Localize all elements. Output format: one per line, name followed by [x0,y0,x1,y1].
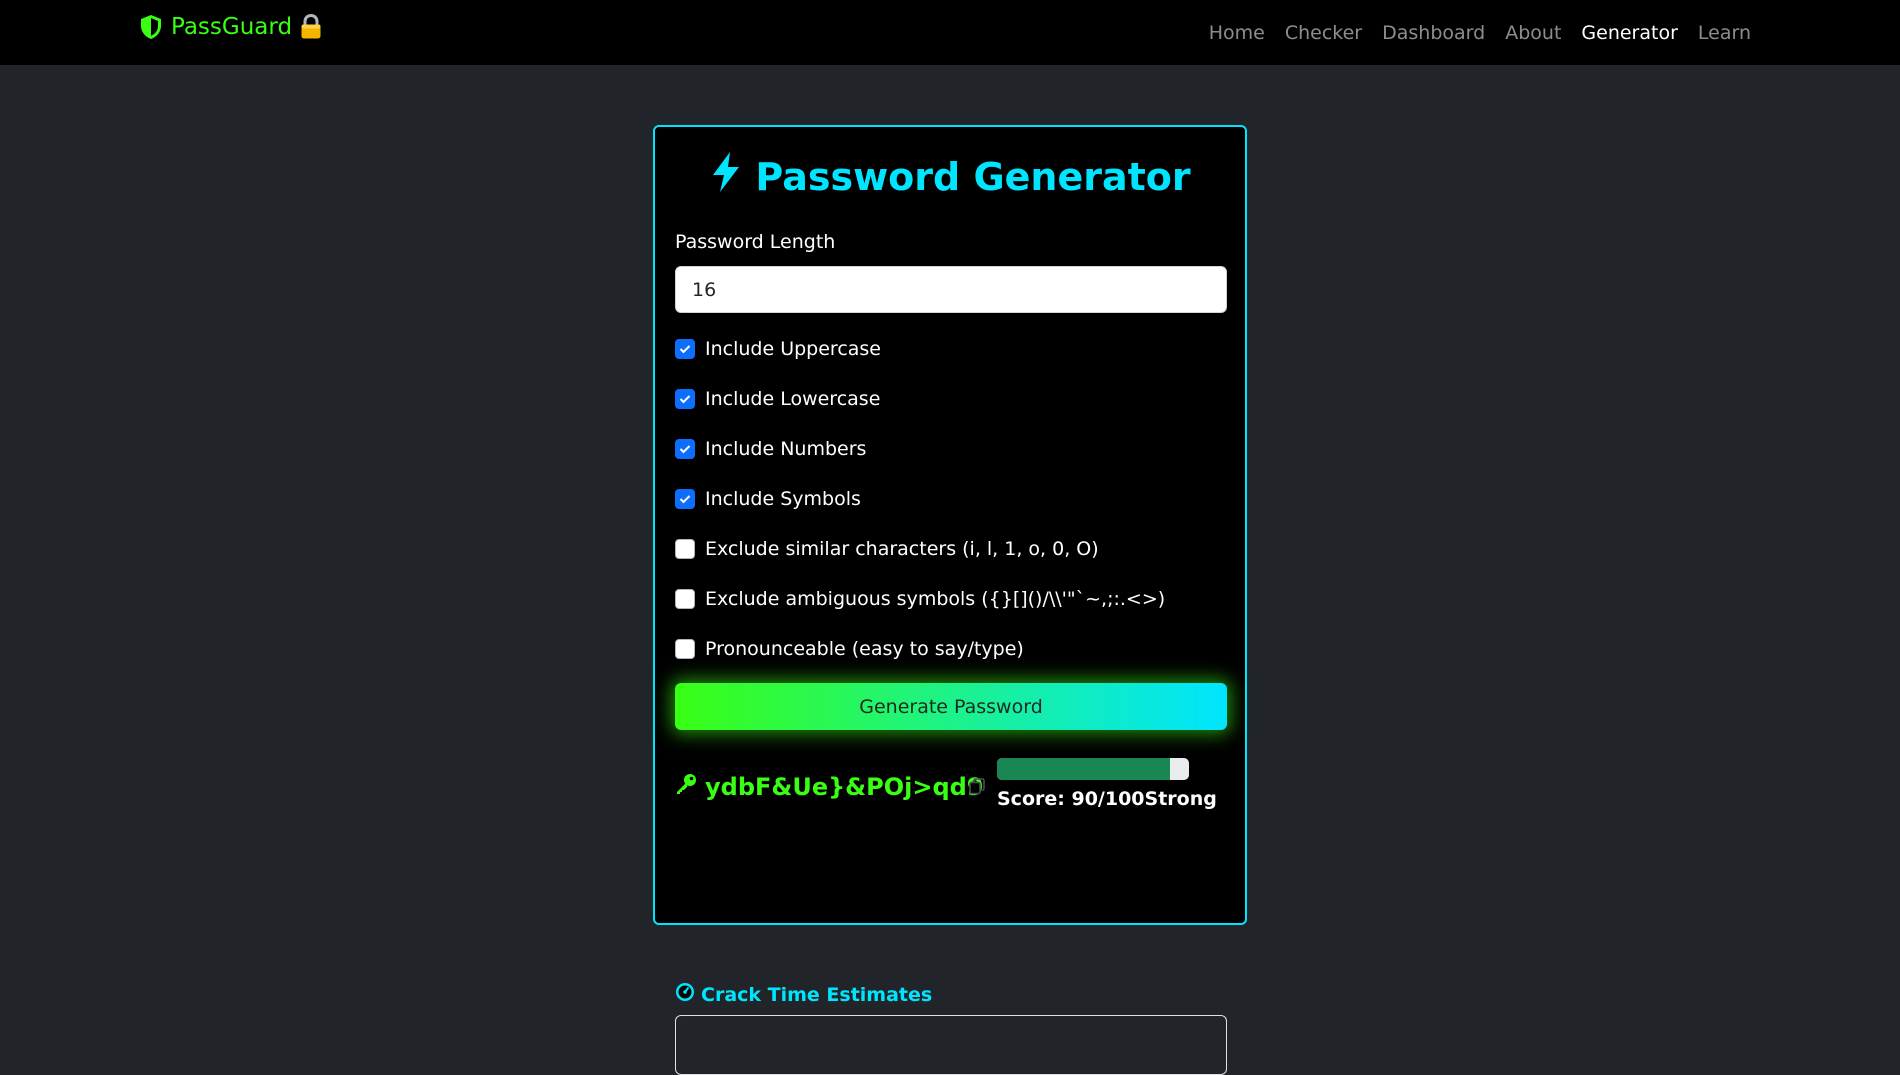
brand-name: PassGuard [171,14,293,40]
shield-icon [139,14,163,40]
nav-link-about[interactable]: About [1505,22,1561,44]
option-exclude-ambiguous[interactable]: Exclude ambiguous symbols ({}[]()/\\'"`~… [675,588,1165,610]
option-label: Include Symbols [705,488,861,510]
nav-link-dashboard[interactable]: Dashboard [1382,22,1485,44]
option-lowercase[interactable]: Include Lowercase [675,388,880,410]
option-label: Include Uppercase [705,338,881,360]
brand-link[interactable]: PassGuard [139,14,322,40]
nav-link-learn[interactable]: Learn [1698,22,1751,44]
title-text: Password Generator [755,154,1191,199]
option-uppercase[interactable]: Include Uppercase [675,338,881,360]
nav-link-generator[interactable]: Generator [1581,22,1677,44]
navbar: PassGuard Home Checker Dashboard About G… [0,0,1900,65]
symbols-checkbox[interactable] [675,489,695,509]
crack-time-panel [675,1015,1227,1075]
exclude-ambiguous-checkbox[interactable] [675,589,695,609]
option-pronounceable[interactable]: Pronounceable (easy to say/type) [675,638,1024,660]
nav-links: Home Checker Dashboard About Generator L… [1209,0,1751,65]
copy-icon[interactable] [968,777,986,799]
generator-card: Password Generator Password Length Inclu… [653,125,1247,1075]
generated-password: ydbF&Ue}&POj>qd9 [675,773,984,801]
strength-score: Score: 90/100Strong [997,788,1217,810]
option-label: Include Lowercase [705,388,881,410]
password-text: ydbF&Ue}&POj>qd9 [705,773,984,801]
strength-bar [997,758,1189,780]
option-label: Include Numbers [705,438,867,460]
length-input[interactable] [675,266,1227,313]
generate-password-button[interactable]: Generate Password [675,683,1227,730]
option-label: Pronounceable (easy to say/type) [705,638,1024,660]
page-title: Password Generator [655,151,1245,202]
nav-link-checker[interactable]: Checker [1285,22,1362,44]
strength-meter: Score: 90/100Strong [997,758,1217,810]
numbers-checkbox[interactable] [675,439,695,459]
length-label: Password Length [675,231,836,253]
uppercase-checkbox[interactable] [675,339,695,359]
key-icon [675,773,697,801]
option-exclude-similar[interactable]: Exclude similar characters (i, l, 1, o, … [675,538,1099,560]
option-label: Exclude similar characters (i, l, 1, o, … [705,538,1099,560]
lock-icon [300,14,322,40]
option-numbers[interactable]: Include Numbers [675,438,866,460]
pronounceable-checkbox[interactable] [675,639,695,659]
strength-bar-fill [997,758,1170,780]
gauge-icon [675,982,695,1007]
lightning-icon [709,151,743,202]
lowercase-checkbox[interactable] [675,389,695,409]
option-symbols[interactable]: Include Symbols [675,488,861,510]
crack-time-heading-text: Crack Time Estimates [701,983,933,1006]
exclude-similar-checkbox[interactable] [675,539,695,559]
crack-time-heading: Crack Time Estimates [675,982,932,1007]
option-label: Exclude ambiguous symbols ({}[]()/\\'"`~… [705,588,1166,610]
nav-link-home[interactable]: Home [1209,22,1265,44]
